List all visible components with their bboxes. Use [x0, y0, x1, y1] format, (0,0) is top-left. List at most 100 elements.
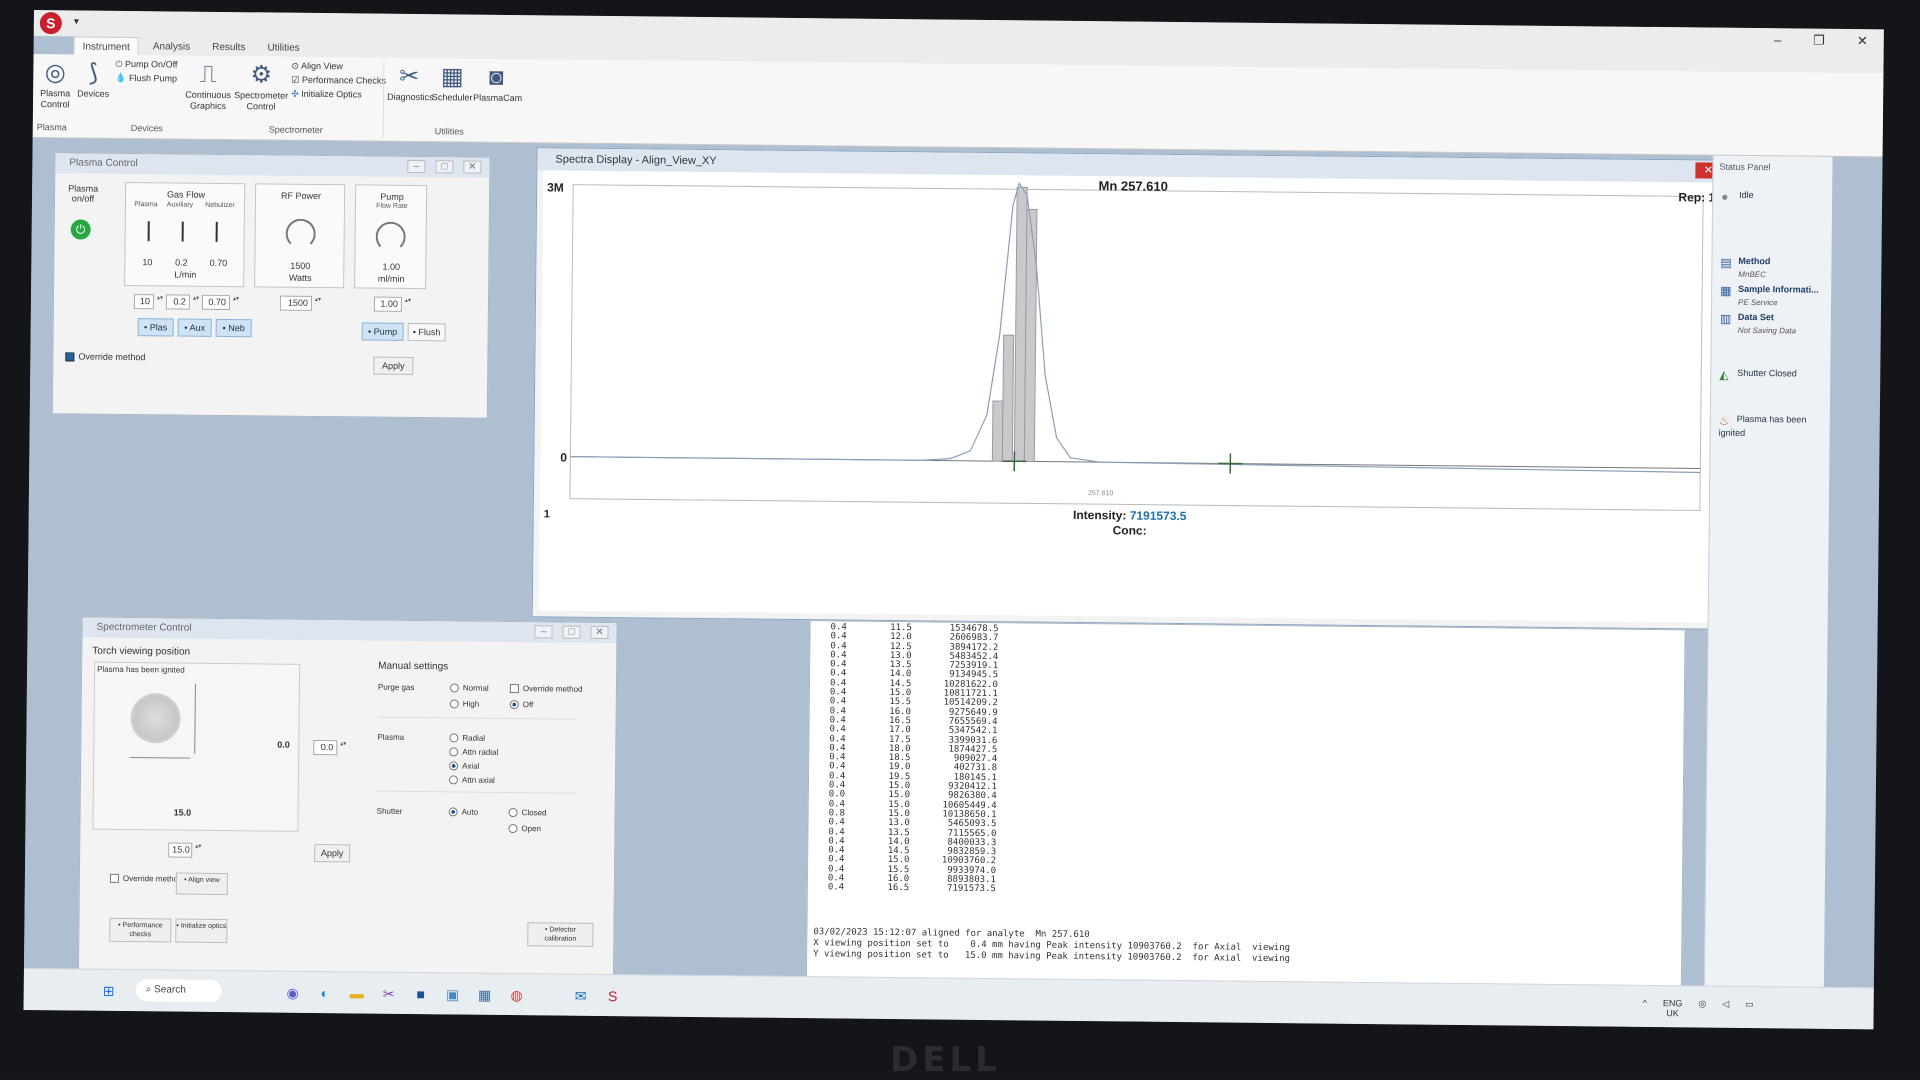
neb-toggle-button[interactable]: • Neb [216, 319, 252, 337]
override-method-checkbox[interactable]: Override method [110, 874, 183, 884]
gears-icon: ⚙ [233, 60, 289, 91]
chrome-icon[interactable]: ◍ [508, 986, 526, 1004]
restore-icon[interactable]: ❐ [1813, 33, 1825, 49]
nebulizer-col-label: Nebulizer [200, 202, 240, 209]
torch-viewing-title: Torch viewing position [92, 646, 190, 658]
plasma-control-button[interactable]: ◎ Plasma Control [37, 58, 74, 110]
minimize-icon[interactable]: – [534, 625, 552, 638]
aux-toggle-button[interactable]: • Aux [178, 319, 212, 337]
flush-pump-button[interactable]: 💧 Flush Pump [115, 73, 177, 85]
x-position-input[interactable]: 0.0 [313, 740, 337, 755]
plasma-gas-input[interactable]: 10 [134, 294, 154, 309]
pump-toggle-button[interactable]: • Pump [362, 322, 404, 340]
flush-toggle-button[interactable]: • Flush [408, 323, 446, 341]
y-position-input[interactable]: 15.0 [168, 842, 192, 857]
edge-browser-icon[interactable]: ◐ [316, 984, 334, 1002]
volume-icon[interactable]: ◁ [1722, 999, 1729, 1019]
network-icon[interactable]: ◎ [1698, 998, 1706, 1018]
purge-high-radio[interactable]: High [450, 699, 480, 709]
torch-apply-button[interactable]: Apply [314, 844, 350, 862]
power-icon: ⏻ [115, 59, 122, 69]
continuous-graphics-button[interactable]: ⎍ Continuous Graphics [183, 60, 234, 113]
plasma-control-window: Plasma Control –□✕ Plasma on/off ⏻ Gas F… [52, 152, 491, 419]
detector-calibration-button[interactable]: • Detector calibration [527, 922, 593, 947]
spectrometer-control-button[interactable]: ⚙ Spectrometer Control [233, 60, 290, 113]
sample-info-status[interactable]: ▦Sample Informati...PE Service [1720, 284, 1819, 308]
tray-overflow-icon[interactable]: ^ [1642, 998, 1646, 1018]
peak-bar [1024, 209, 1037, 461]
plasma-on-off-label: Plasma on/off [65, 183, 101, 203]
y-zero-label: 0 [560, 451, 567, 465]
apply-button[interactable]: Apply [373, 357, 413, 375]
remote-desktop-icon[interactable]: ▣ [444, 985, 462, 1003]
outlook-icon[interactable]: ✉ [572, 987, 590, 1005]
plasmacam-button[interactable]: ◙ PlasmaCam [473, 63, 519, 104]
plasma-power-icon[interactable]: ⏻ [71, 219, 91, 239]
minimize-icon[interactable]: – [1774, 32, 1781, 48]
pump-label: Pump [356, 191, 428, 202]
calendar-icon: ▦ [431, 62, 473, 92]
app-logo-icon[interactable]: S [40, 12, 62, 34]
shutter-open-radio[interactable]: Open [508, 824, 541, 834]
purge-override-checkbox[interactable]: Override method [510, 684, 583, 694]
close-icon[interactable]: ✕ [590, 626, 608, 639]
store-icon[interactable]: ■ [412, 985, 430, 1003]
snipping-tool-icon[interactable]: ✂ [380, 985, 398, 1003]
view-attn-axial-radio[interactable]: Attn axial [449, 775, 495, 785]
shutter-closed-radio[interactable]: Closed [509, 808, 547, 818]
quick-access-dropdown-icon[interactable]: ▾ [74, 16, 79, 27]
language-indicator[interactable]: ENGUK [1663, 998, 1683, 1018]
view-attn-radial-radio[interactable]: Attn radial [449, 747, 498, 757]
align-view-button[interactable]: • Align view [176, 873, 228, 896]
calculator-icon[interactable]: ▦ [476, 986, 494, 1004]
pump-rate-input[interactable]: 1.00 [374, 297, 402, 312]
plas-toggle-button[interactable]: • Plas [138, 318, 174, 336]
override-method-checkbox[interactable]: Override method [65, 351, 145, 362]
view-radial-radio[interactable]: Radial [449, 733, 485, 743]
performance-checks-button[interactable]: ☑ Performance Checks [291, 75, 386, 87]
taskbar-search[interactable]: ⌕ Search [136, 979, 222, 1002]
performance-checks-button[interactable]: • Performance checks [109, 918, 171, 943]
view-axial-radio[interactable]: Axial [449, 761, 479, 771]
auxiliary-gas-input[interactable]: 0.2 [166, 294, 190, 309]
diagnostics-button[interactable]: ✂ Diagnostics [387, 62, 431, 103]
screen: S ▾ – ❐ ✕ Instrument Analysis Results Ut… [24, 10, 1884, 1029]
purge-off-radio[interactable]: Off [510, 700, 534, 710]
battery-icon[interactable]: ▭ [1745, 999, 1754, 1019]
idle-status-icon: ● [1721, 190, 1735, 204]
minimize-icon[interactable]: – [407, 160, 425, 173]
initialize-optics-button[interactable]: • Initialize optics [175, 919, 227, 944]
rf-power-input[interactable]: 1500 [280, 296, 312, 311]
system-tray: ^ ENGUK ◎ ◁ ▭ [1642, 998, 1753, 1019]
nebulizer-gas-input[interactable]: 0.70 [202, 295, 230, 310]
tools-icon: ✂ [387, 62, 431, 92]
shutter-auto-radio[interactable]: Auto [449, 807, 479, 817]
chat-icon[interactable]: ◉ [284, 984, 302, 1002]
close-icon[interactable]: ✕ [1857, 33, 1868, 49]
gas-unit-label: L/min [125, 269, 245, 280]
close-icon[interactable]: ✕ [463, 161, 481, 174]
maximize-icon[interactable]: □ [435, 160, 453, 173]
devices-button[interactable]: ⟆ Devices [75, 58, 111, 99]
method-status[interactable]: ▤MethodMnBEC [1720, 256, 1770, 280]
pump-panel: Pump Flow Rate 1.00 ml/min [354, 184, 427, 289]
pump-on-off-button[interactable]: ⏻ Pump On/Off [115, 59, 177, 71]
camera-icon: ◙ [473, 63, 519, 93]
align-view-button[interactable]: ⊙ Align View [291, 61, 343, 73]
ribbon-separator [383, 62, 385, 138]
spectrometer-control-titlebar[interactable]: Spectrometer Control –□✕ [82, 618, 616, 644]
x-position-value: 0.0 [277, 740, 290, 750]
maximize-icon[interactable]: □ [562, 626, 580, 639]
dataset-icon: ▥ [1720, 312, 1734, 326]
initialize-optics-button[interactable]: ✣ Initialize Optics [291, 89, 362, 101]
results-table: 0.4 11.5 1534678.5 0.4 12.0 2606983.7 0.… [828, 623, 999, 894]
scheduler-button[interactable]: ▦ Scheduler [431, 62, 473, 103]
syngistix-app-icon[interactable]: S [604, 987, 622, 1005]
purge-normal-radio[interactable]: Normal [450, 683, 489, 693]
plasma-control-titlebar[interactable]: Plasma Control –□✕ [55, 153, 489, 178]
pump-value: 1.00 [355, 261, 427, 272]
center-tick-label: 257.610 [1088, 490, 1113, 497]
windows-start-icon[interactable]: ⊞ [100, 982, 118, 1000]
file-explorer-icon[interactable]: ▬ [348, 984, 366, 1002]
dataset-status[interactable]: ▥Data SetNot Saving Data [1720, 312, 1797, 336]
